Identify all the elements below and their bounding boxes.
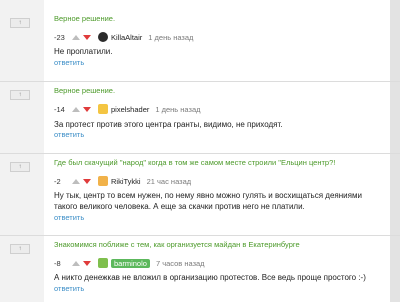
avatar[interactable]: [98, 104, 108, 114]
comment: ↑ Знакомимся поближе с тем, как организу…: [0, 235, 400, 302]
comment-meta: -14 pixelshader 1 день назад: [54, 103, 201, 115]
parent-comment-link[interactable]: Верное решение.: [54, 86, 115, 95]
comment-score: -23: [54, 32, 65, 42]
comment-score: -2: [54, 176, 61, 186]
comment-divider: [0, 153, 400, 154]
vote-up-icon[interactable]: [72, 260, 80, 266]
reply-link[interactable]: ответить: [54, 58, 84, 67]
comment-divider: [0, 81, 400, 82]
right-gutter: [390, 0, 400, 302]
comment: ↑ Верное решение. -14 pixelshader 1 день…: [0, 81, 400, 146]
comments-list: ↑ Верное решение. -23 KillaAltair 1 день…: [0, 0, 400, 302]
avatar[interactable]: [98, 176, 108, 186]
vote-down-icon[interactable]: [83, 178, 91, 184]
vote-up-icon[interactable]: [72, 106, 80, 112]
avatar[interactable]: [98, 258, 108, 268]
parent-comment-link[interactable]: Верное решение.: [54, 14, 115, 23]
comment-time[interactable]: 7 часов назад: [156, 259, 205, 268]
reply-toggle-button[interactable]: ↑: [10, 162, 30, 172]
comment-text: За протест против этого центра гранты, в…: [54, 120, 283, 129]
comment-text: Ну тык, центр то всем нужен, по нему явн…: [54, 191, 362, 211]
comment-score: -14: [54, 104, 65, 114]
comment-time[interactable]: 21 час назад: [147, 177, 192, 186]
reply-link[interactable]: ответить: [54, 213, 84, 222]
comment-text: А никто денежкав не вложил в организацию…: [54, 273, 366, 282]
vote-up-icon[interactable]: [72, 178, 80, 184]
vote-down-icon[interactable]: [83, 260, 91, 266]
reply-toggle-button[interactable]: ↑: [10, 90, 30, 100]
comment: ↑ Где был скачущий "народ" когда в том ж…: [0, 153, 400, 228]
vote-down-icon[interactable]: [83, 106, 91, 112]
comment-score: -8: [54, 258, 61, 268]
vote-up-icon[interactable]: [72, 34, 80, 40]
author-name[interactable]: RikiTykki: [111, 177, 141, 186]
author-name[interactable]: pixelshader: [111, 105, 149, 114]
comment-divider: [0, 235, 400, 236]
reply-toggle-button[interactable]: ↑: [10, 18, 30, 28]
comment-text: Не проплатили.: [54, 47, 113, 56]
comment-meta: -23 KillaAltair 1 день назад: [54, 31, 193, 43]
comment: ↑ Верное решение. -23 KillaAltair 1 день…: [10, 14, 390, 74]
author-name[interactable]: KillaAltair: [111, 33, 142, 42]
left-gutter: [0, 0, 44, 302]
comment-time[interactable]: 1 день назад: [155, 105, 200, 114]
comment-meta: -2 RikiTykki 21 час назад: [54, 175, 191, 187]
parent-comment-link[interactable]: Где был скачущий "народ" когда в том же …: [54, 158, 335, 167]
parent-comment-link[interactable]: Знакомимся поближе с тем, как организует…: [54, 240, 300, 249]
comment-time[interactable]: 1 день назад: [148, 33, 193, 42]
comment-meta: -8 barminolo 7 часов назад: [54, 257, 205, 269]
author-name[interactable]: barminolo: [111, 258, 150, 268]
avatar[interactable]: [98, 32, 108, 42]
vote-down-icon[interactable]: [83, 34, 91, 40]
reply-toggle-button[interactable]: ↑: [10, 244, 30, 254]
reply-link[interactable]: ответить: [54, 130, 84, 139]
reply-link[interactable]: ответить: [54, 284, 84, 293]
